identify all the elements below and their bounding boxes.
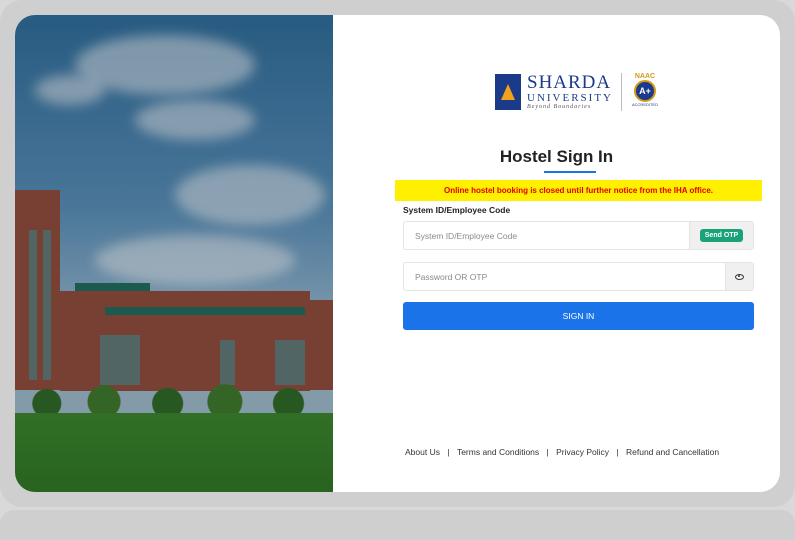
footer-link-privacy[interactable]: Privacy Policy [556,447,609,457]
booking-closed-alert: Online hostel booking is closed until fu… [395,180,762,201]
footer-link-refund[interactable]: Refund and Cancellation [626,447,719,457]
brand-name: SHARDA [527,72,612,93]
wordmark: SHARDA UNIVERSITY Beyond Boundaries [527,72,613,110]
university-emblem-icon [495,74,521,110]
system-id-input[interactable]: System ID/Employee Code [404,231,689,241]
sign-in-button[interactable]: SIGN IN [403,302,754,330]
send-otp-addon: Send OTP [689,222,753,249]
page-title: Hostel Sign In [499,147,614,166]
title-underline [544,171,596,173]
footer-links: About Us | Terms and Conditions | Privac… [405,447,719,457]
naac-grade: A+ [634,80,656,102]
send-otp-button[interactable]: Send OTP [699,229,744,242]
id-field-label: System ID/Employee Code [403,205,511,215]
brand-sub: UNIVERSITY [527,92,613,104]
footer-separator: | [447,447,450,457]
naac-label: NAAC [634,73,656,80]
naac-badge: NAAC A+ ACCREDITED [630,73,660,111]
footer-link-terms[interactable]: Terms and Conditions [457,447,539,457]
logo-divider [621,73,622,111]
bottom-bar [0,510,795,540]
footer-link-about[interactable]: About Us [405,447,440,457]
eye-icon[interactable] [735,273,744,280]
password-field[interactable]: Password OR OTP [403,262,754,291]
signin-panel: SHARDA UNIVERSITY Beyond Boundaries NAAC… [333,15,780,492]
password-input[interactable]: Password OR OTP [404,272,725,282]
sharda-logo: SHARDA UNIVERSITY Beyond Boundaries NAAC… [495,73,660,111]
footer-separator: | [616,447,619,457]
password-toggle[interactable] [725,263,753,290]
campus-photo [15,15,333,492]
login-card: SHARDA UNIVERSITY Beyond Boundaries NAAC… [15,15,780,492]
brand-tagline: Beyond Boundaries [527,104,592,110]
footer-separator: | [546,447,549,457]
system-id-field[interactable]: System ID/Employee Code Send OTP [403,221,754,250]
naac-caption: ACCREDITED [631,102,658,107]
